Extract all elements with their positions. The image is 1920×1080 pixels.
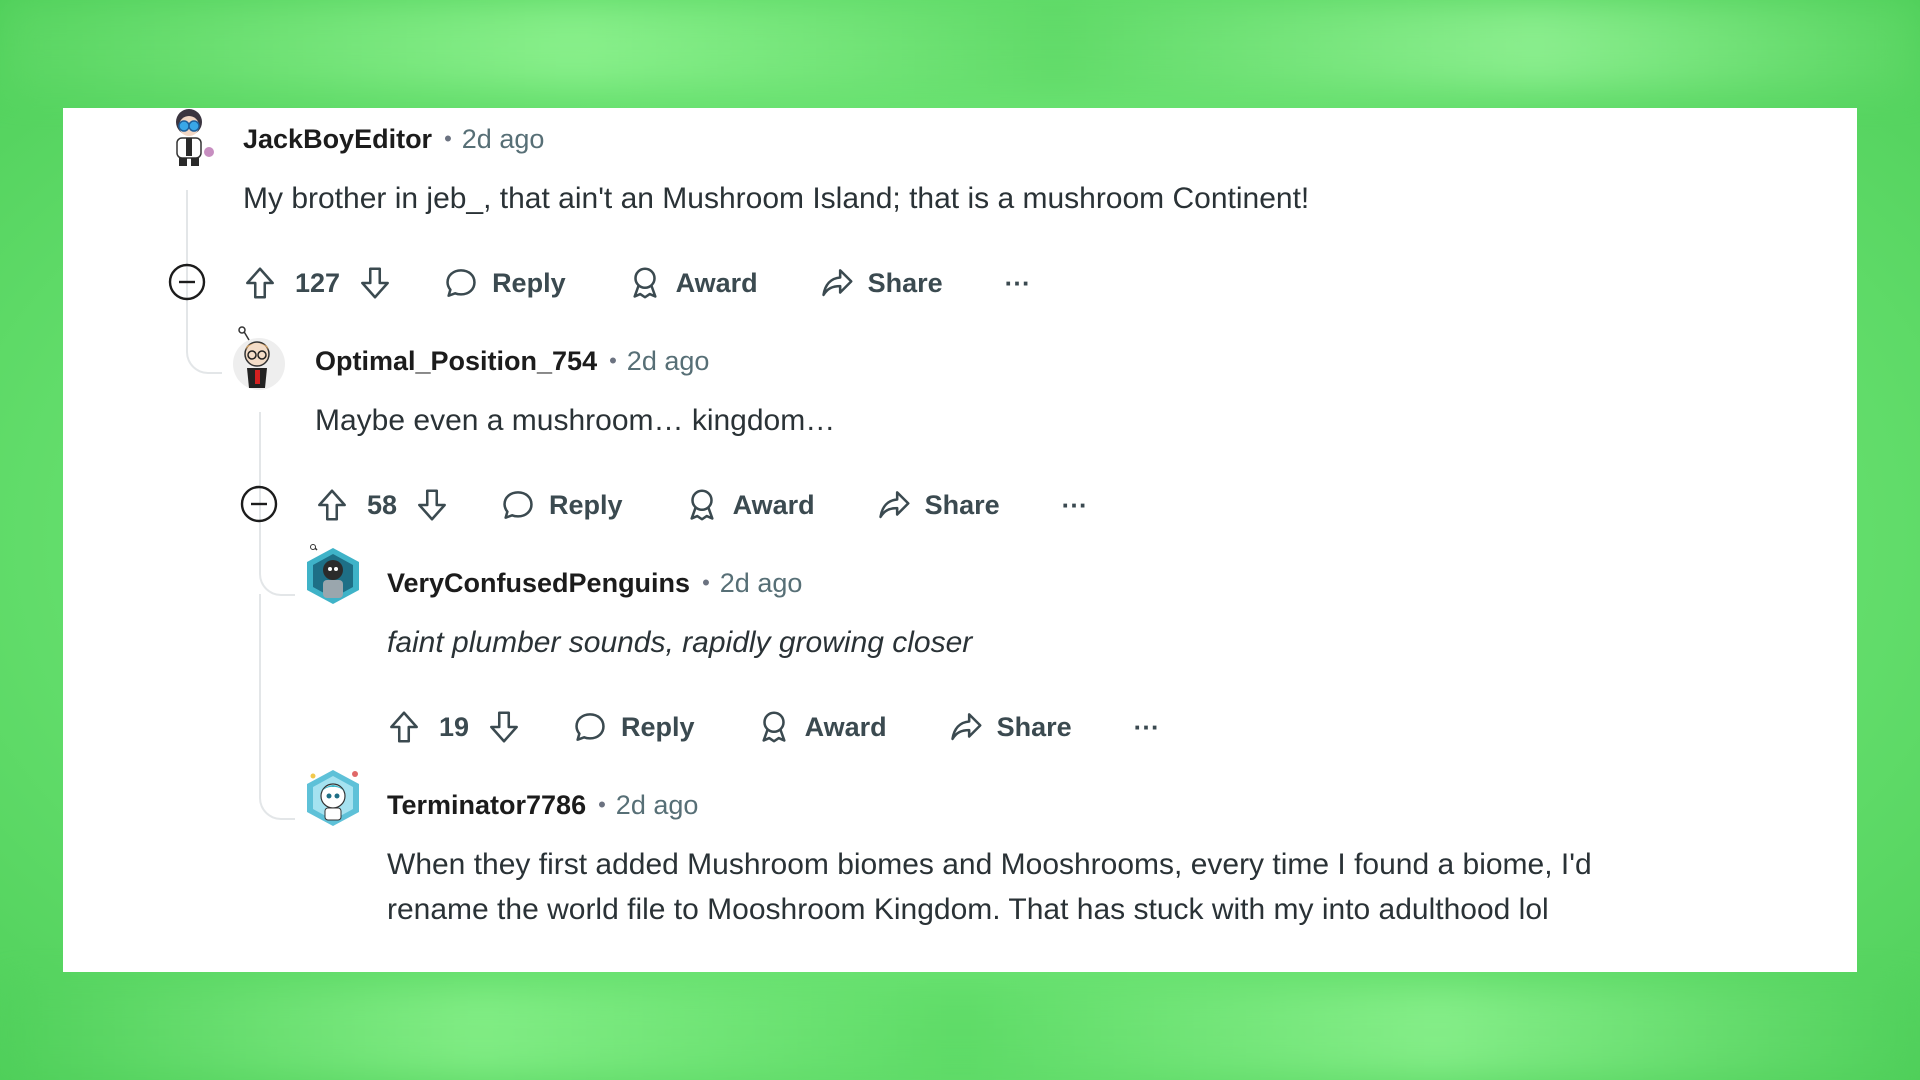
- downvote-button[interactable]: [413, 486, 451, 524]
- separator-dot: •: [609, 348, 617, 373]
- timestamp[interactable]: 2d ago: [627, 346, 710, 377]
- share-button[interactable]: Share: [947, 708, 1072, 746]
- username[interactable]: VeryConfusedPenguins: [387, 568, 690, 599]
- reply-icon: [503, 491, 533, 519]
- upvote-button[interactable]: [385, 708, 423, 746]
- more-options-icon: ···: [1133, 711, 1160, 742]
- comment-thread-card: JackBoyEditor • 2d ago My brother in jeb…: [63, 108, 1857, 972]
- share-label: Share: [996, 711, 1072, 742]
- comment-actions: 58 Reply Award Share ···: [313, 480, 1088, 530]
- share-icon: [821, 269, 853, 297]
- username[interactable]: Terminator7786: [387, 790, 586, 821]
- avatar[interactable]: [301, 544, 365, 608]
- reply-label: Reply: [549, 489, 623, 520]
- comment-body: Maybe even a mushroom… kingdom…: [315, 404, 836, 437]
- award-button[interactable]: Award: [755, 708, 887, 746]
- upvote-icon: [318, 489, 346, 521]
- more-options-icon: ···: [1004, 267, 1031, 298]
- timestamp[interactable]: 2d ago: [616, 790, 699, 821]
- award-icon: [690, 489, 714, 521]
- separator-dot: •: [702, 570, 710, 595]
- award-button[interactable]: Award: [626, 264, 758, 302]
- avatar[interactable]: [223, 326, 287, 390]
- collapse-icon: [240, 485, 278, 523]
- background-blur: [0, 0, 1920, 90]
- comment-body: My brother in jeb_, that ain't an Mushro…: [243, 182, 1310, 215]
- comment-meta: VeryConfusedPenguins • 2d ago: [387, 566, 802, 600]
- comment-body-line: When they first added Mushroom biomes an…: [387, 848, 1592, 881]
- username[interactable]: Optimal_Position_754: [315, 346, 597, 377]
- comment-actions: 19 Reply Award Share ···: [385, 702, 1160, 752]
- award-icon: [762, 711, 786, 743]
- avatar-icon: [233, 326, 285, 390]
- upvote-button[interactable]: [313, 486, 351, 524]
- vote-score: 19: [439, 711, 470, 742]
- share-label: Share: [924, 489, 1000, 520]
- comment-actions: 127 Reply Award Share ···: [241, 258, 1031, 308]
- downvote-icon: [490, 711, 518, 743]
- reply-button[interactable]: Reply: [442, 264, 566, 302]
- more-options-button[interactable]: ···: [1134, 712, 1160, 743]
- share-label: Share: [867, 267, 943, 298]
- award-button[interactable]: Award: [683, 486, 815, 524]
- downvote-button[interactable]: [356, 264, 394, 302]
- thread-line: [259, 594, 295, 820]
- reply-button[interactable]: Reply: [571, 708, 695, 746]
- comment-meta: Terminator7786 • 2d ago: [387, 788, 698, 822]
- share-button[interactable]: Share: [875, 486, 1000, 524]
- comment-meta: JackBoyEditor • 2d ago: [243, 122, 544, 156]
- separator-dot: •: [598, 792, 606, 817]
- award-label: Award: [732, 489, 815, 520]
- background-blur: [0, 985, 1920, 1080]
- thread-line: [259, 552, 295, 596]
- avatar-icon: [307, 544, 359, 604]
- reply-button[interactable]: Reply: [499, 486, 623, 524]
- award-label: Award: [804, 711, 887, 742]
- timestamp[interactable]: 2d ago: [720, 568, 803, 599]
- upvote-icon: [246, 267, 274, 299]
- share-button[interactable]: Share: [818, 264, 943, 302]
- reply-label: Reply: [621, 711, 695, 742]
- username[interactable]: JackBoyEditor: [243, 124, 432, 155]
- avatar-icon: [176, 109, 214, 166]
- downvote-icon: [418, 489, 446, 521]
- downvote-button[interactable]: [485, 708, 523, 746]
- share-icon: [878, 491, 910, 519]
- more-options-button[interactable]: ···: [1005, 268, 1031, 299]
- upvote-icon: [390, 711, 418, 743]
- collapse-icon: [168, 263, 206, 301]
- timestamp[interactable]: 2d ago: [462, 124, 545, 155]
- avatar[interactable]: [301, 766, 365, 830]
- reply-icon: [446, 269, 476, 297]
- comment-body: When they first added Mushroom biomes an…: [387, 842, 1592, 932]
- collapse-button[interactable]: [240, 485, 278, 528]
- avatar[interactable]: [157, 108, 221, 170]
- vote-score: 58: [367, 489, 398, 520]
- more-options-button[interactable]: ···: [1062, 490, 1088, 521]
- award-label: Award: [675, 267, 758, 298]
- downvote-icon: [361, 267, 389, 299]
- upvote-button[interactable]: [241, 264, 279, 302]
- share-icon: [950, 713, 982, 741]
- more-options-icon: ···: [1061, 489, 1088, 520]
- comment-body: faint plumber sounds, rapidly growing cl…: [387, 626, 973, 659]
- comment-body-line: rename the world file to Mooshroom Kingd…: [387, 893, 1549, 926]
- award-icon: [633, 267, 657, 299]
- thread-line: [186, 332, 222, 374]
- reply-icon: [575, 713, 605, 741]
- vote-score: 127: [295, 267, 341, 298]
- reply-label: Reply: [492, 267, 566, 298]
- comment-meta: Optimal_Position_754 • 2d ago: [315, 344, 709, 378]
- separator-dot: •: [444, 126, 452, 151]
- collapse-button[interactable]: [168, 263, 206, 306]
- avatar-icon: [307, 770, 359, 826]
